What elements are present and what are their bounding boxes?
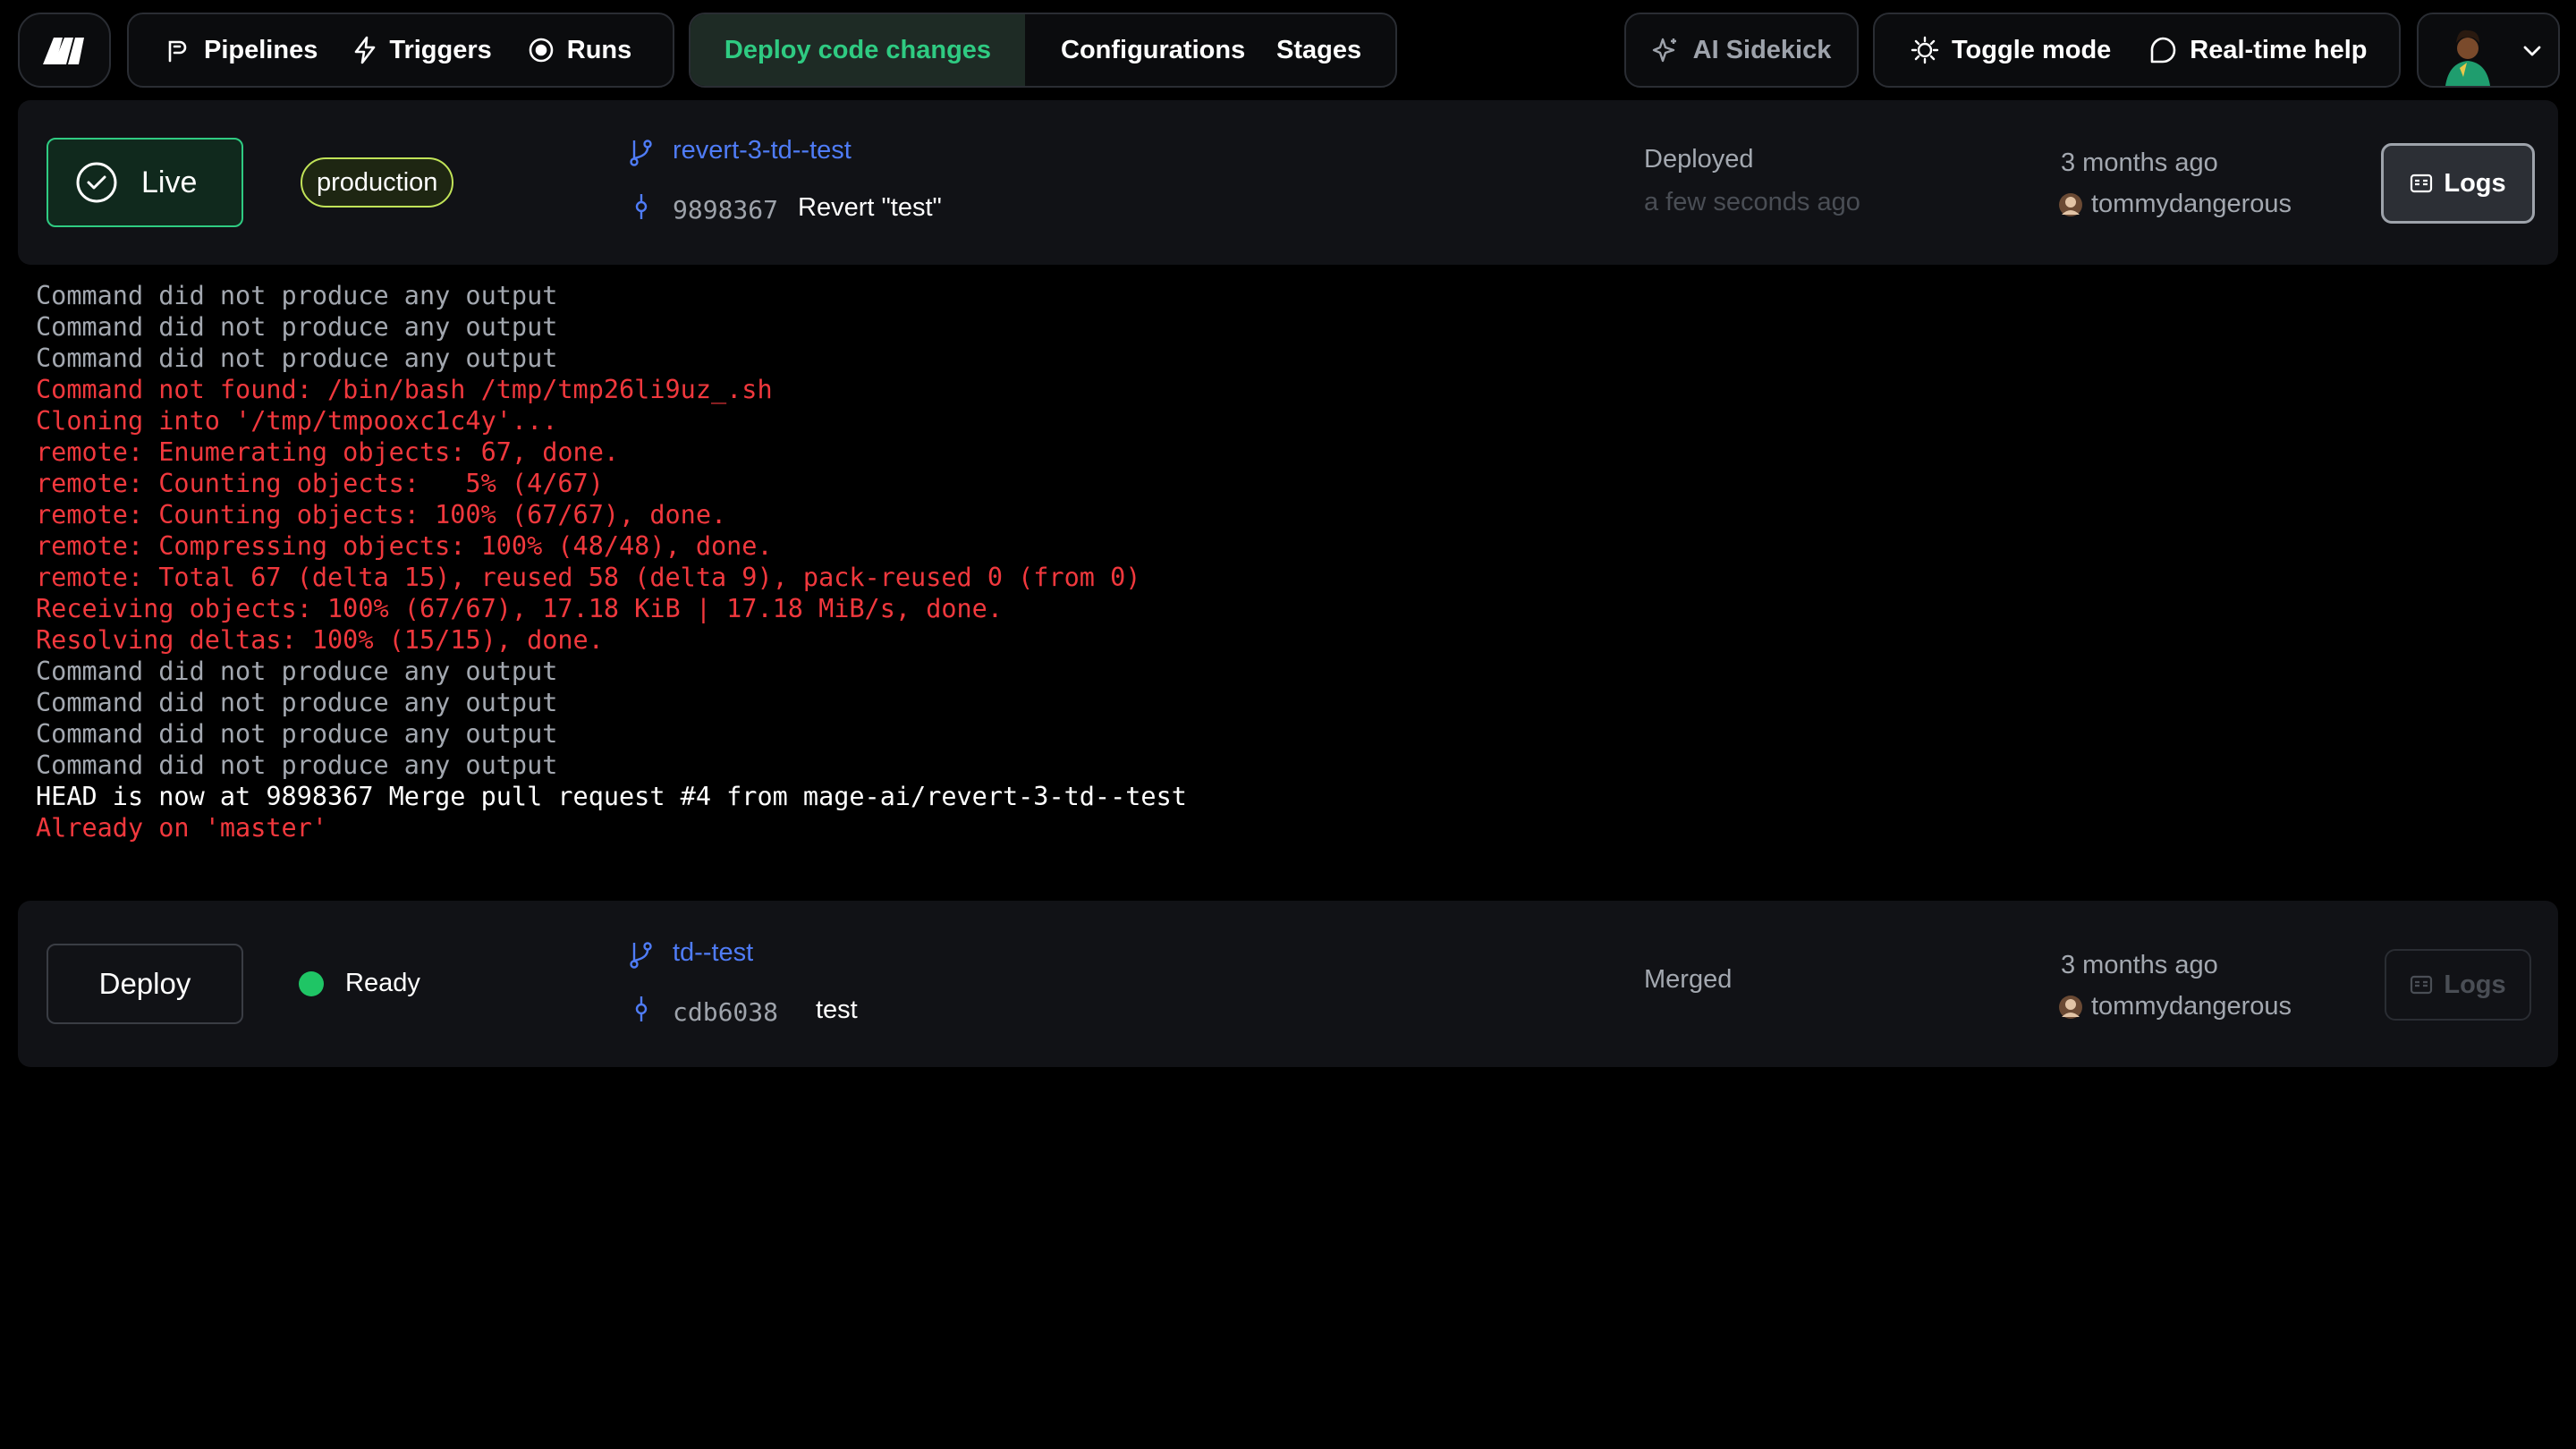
commit-sha: 9898367: [673, 195, 779, 225]
log-line: Resolving deltas: 100% (15/15), done.: [36, 625, 604, 655]
ai-sidekick-inner: AI Sidekick: [1652, 35, 1832, 65]
ready-status: Ready: [299, 969, 420, 998]
environment-badge: production: [301, 157, 454, 208]
log-line: remote: Compressing objects: 100% (48/48…: [36, 531, 773, 561]
git-branch-icon: [630, 140, 652, 166]
deploy-button[interactable]: Deploy: [47, 944, 243, 1024]
logs-icon: [2411, 975, 2433, 995]
log-line: remote: Total 67 (delta 15), reused 58 (…: [36, 563, 1141, 592]
log-line: remote: Enumerating objects: 67, done.: [36, 437, 620, 467]
log-line: Already on 'master': [36, 813, 328, 843]
pipelines-icon: [168, 40, 187, 63]
home-logo-button[interactable]: [18, 13, 111, 88]
deploy-state: Deployed: [1644, 145, 1754, 174]
log-line: remote: Counting objects: 100% (67/67), …: [36, 500, 727, 530]
log-line: Command did not produce any output: [36, 657, 558, 686]
author-name: tommydangerous: [2091, 190, 2292, 218]
logs-icon: [2411, 174, 2433, 193]
ai-sidekick-button[interactable]: AI Sidekick: [1624, 13, 1859, 88]
deploy-button-label: Deploy: [98, 967, 191, 1000]
log-line: Command did not produce any output: [36, 343, 558, 373]
nav-pipelines[interactable]: Pipelines: [165, 36, 318, 65]
log-line: Command did not produce any output: [36, 688, 558, 717]
utility-nav: Toggle mode Real-time help: [1873, 13, 2401, 88]
log-line: Command did not produce any output: [36, 312, 558, 342]
relative-time: 3 months ago: [2061, 951, 2218, 979]
author-avatar: [2059, 192, 2082, 216]
tab-stages-label: Stages: [1276, 35, 1362, 64]
check-circle-icon: [76, 162, 117, 203]
author: tommydangerous: [2059, 190, 2292, 219]
status-dot: [299, 970, 324, 996]
merge-state: Merged: [1644, 965, 1733, 994]
logs-button[interactable]: Logs: [2381, 143, 2535, 224]
toggle-mode-label: Toggle mode: [1952, 35, 2112, 64]
git-branch-icon: [630, 942, 652, 969]
realtime-help-label: Real-time help: [2190, 35, 2368, 64]
relative-time: 3 months ago: [2061, 148, 2218, 177]
log-line: Cloning into '/tmp/tmpooxc1c4y'...: [36, 406, 558, 436]
triggers-icon: [355, 36, 376, 64]
logs-button-label: Logs: [2444, 970, 2506, 999]
deploy-log-output: Command did not produce any output Comman…: [36, 280, 1187, 843]
log-line: HEAD is now at 9898367 Merge pull reques…: [36, 782, 1187, 811]
ai-sidekick-label: AI Sidekick: [1692, 35, 1832, 64]
nav-runs-label: Runs: [566, 35, 632, 64]
log-line: Command did not produce any output: [36, 281, 558, 310]
realtime-help-button[interactable]: Real-time help: [2148, 35, 2368, 65]
author-name: tommydangerous: [2091, 992, 2292, 1021]
nav-pipelines-label: Pipelines: [204, 35, 318, 64]
author-avatar: [2059, 995, 2082, 1019]
nav-runs[interactable]: Runs: [528, 35, 632, 65]
user-menu-button[interactable]: [2417, 13, 2560, 88]
branch-link[interactable]: revert-3-td--test: [673, 136, 852, 165]
chevron-down-icon: [2523, 46, 2541, 56]
toggle-mode-button[interactable]: Toggle mode: [1911, 36, 2111, 65]
nav-triggers[interactable]: Triggers: [353, 35, 492, 65]
runs-icon: [529, 38, 554, 63]
tab-configurations-label: Configurations: [1061, 35, 1246, 64]
deploy-state-time: a few seconds ago: [1644, 188, 1860, 216]
ready-deployment-row: Deploy Ready td--test cdb6038 test Merge…: [18, 901, 2558, 1067]
log-line: remote: Counting objects: 5% (4/67): [36, 469, 604, 498]
log-line: Command did not produce any output: [36, 719, 558, 749]
logs-button-disabled[interactable]: Logs: [2385, 949, 2531, 1021]
log-line: Receiving objects: 100% (67/67), 17.18 K…: [36, 594, 1003, 623]
ready-status-label: Ready: [345, 969, 420, 997]
nav-triggers-label: Triggers: [389, 35, 492, 64]
tab-deploy-code-changes-label: Deploy code changes: [724, 35, 992, 64]
log-line: Command did not produce any output: [36, 750, 558, 780]
live-status-label: Live: [141, 165, 198, 199]
live-deployment-row: Live production revert-3-td--test 989836…: [18, 100, 2558, 265]
commit-message: test: [816, 996, 858, 1024]
log-line: Command not found: /bin/bash /tmp/tmp26l…: [36, 375, 773, 404]
mage-logo-icon: [43, 38, 84, 64]
tab-configurations[interactable]: Configurations: [1061, 14, 1245, 86]
commit-sha: cdb6038: [673, 997, 779, 1027]
git-commit-icon: [635, 996, 648, 1021]
branch-link[interactable]: td--test: [673, 938, 753, 968]
primary-nav: Pipelines Triggers Runs: [127, 13, 674, 88]
environment-badge-label: production: [317, 167, 438, 197]
help-chat-icon: [2150, 37, 2176, 64]
deploy-tabs: Deploy code changes Configurations Stage…: [689, 13, 1397, 88]
tab-deploy-code-changes[interactable]: Deploy code changes: [691, 14, 1025, 86]
logs-button-label: Logs: [2444, 168, 2506, 198]
tab-stages[interactable]: Stages: [1276, 14, 1361, 86]
ai-sidekick-icon: [1652, 38, 1676, 63]
avatar: [2440, 23, 2496, 86]
toggle-mode-icon: [1911, 36, 1939, 64]
author: tommydangerous: [2059, 992, 2292, 1021]
git-commit-icon: [635, 194, 648, 219]
live-status-badge: Live: [47, 138, 243, 227]
commit-message: Revert "test": [798, 193, 942, 222]
